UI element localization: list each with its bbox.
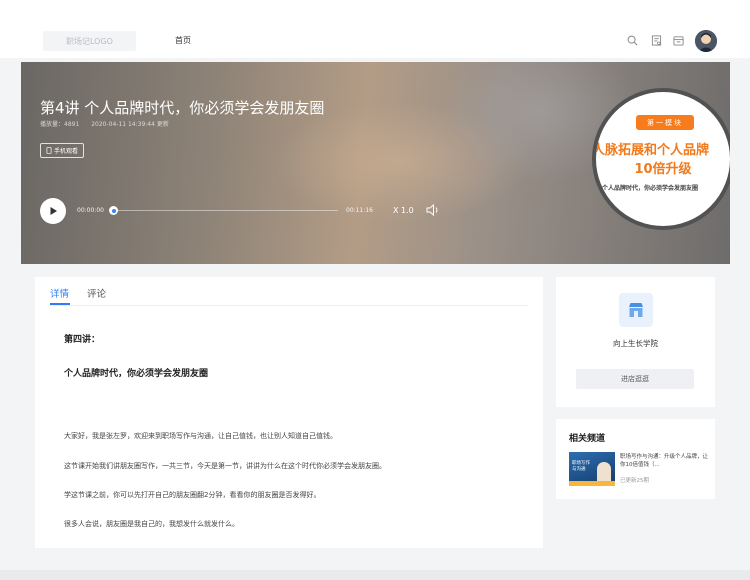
- play-icon: [50, 207, 57, 215]
- course-hero: 第4讲 个人品牌时代，你必须学会发朋友圈 播放量：4891 2020-04-11…: [21, 62, 730, 264]
- search-icon[interactable]: [626, 34, 639, 47]
- progress-bar[interactable]: [113, 210, 338, 211]
- cover-headline: 人脉拓展和个人品牌: [592, 143, 710, 158]
- article-paragraph: 这节课开始我们讲朋友圈写作，一共三节，今天是第一节，讲讲为什么在这个时代你必须学…: [64, 462, 386, 470]
- article-heading: 第四讲：: [64, 335, 101, 345]
- play-button[interactable]: [40, 198, 66, 224]
- thumbnail-band: [569, 481, 615, 486]
- volume-icon[interactable]: [426, 204, 440, 216]
- avatar[interactable]: [695, 30, 717, 52]
- course-meta: 播放量：4891 2020-04-11 14:39:44 更新: [40, 119, 169, 128]
- cover-module-tag: 第一模块: [636, 115, 694, 130]
- shop-card: 向上生长学院 进店逛逛: [556, 277, 715, 407]
- course-title: 第4讲 个人品牌时代，你必须学会发朋友圈: [40, 99, 325, 117]
- shop-icon[interactable]: [619, 293, 653, 327]
- calendar-icon[interactable]: [672, 34, 685, 47]
- article-paragraph: 很多人会说，朋友圈是我自己的，我想发什么就发什么。: [64, 520, 239, 528]
- article-paragraph: 学这节课之前，你可以先打开自己的朋友圈翻2分钟，看看你的朋友圈是否发得好。: [64, 491, 321, 499]
- thumbnail-text: 与沟通: [572, 467, 586, 472]
- phone-view-button[interactable]: 手机观看: [40, 143, 85, 158]
- tab-divider: [50, 305, 528, 306]
- tab-comments[interactable]: 评论: [87, 286, 106, 300]
- footer-strip: [0, 570, 750, 580]
- update-time: 2020-04-11 14:39:44 更新: [91, 121, 169, 128]
- tab-details[interactable]: 详情: [50, 286, 69, 300]
- phone-view-label: 手机观看: [54, 148, 79, 155]
- logo[interactable]: 职场记LOGO: [43, 31, 136, 51]
- channel-description[interactable]: 职场写作与沟通：升级个人品牌，让你10倍值钱（...: [620, 453, 710, 470]
- channel-update-count: 已更新25期: [620, 478, 649, 484]
- channel-thumbnail[interactable]: 职场写作 与沟通: [569, 452, 615, 486]
- cover-subheadline: 10倍升级: [634, 162, 692, 177]
- phone-icon: [46, 147, 52, 154]
- related-title: 相关频道: [569, 434, 606, 444]
- cover-caption: 个人品牌时代，你必须学会发朋友圈: [602, 185, 699, 192]
- speed-control[interactable]: X 1.0: [393, 206, 414, 215]
- shop-name[interactable]: 向上生长学院: [556, 338, 715, 349]
- book-icon[interactable]: [650, 34, 663, 47]
- play-count: 播放量：4891: [40, 121, 80, 128]
- top-nav: 职场记LOGO 首页: [0, 0, 750, 58]
- article-paragraph: 大家好，我是张左罗，欢迎来到职场写作与沟通，让自己值钱，也让别人知道自己值钱。: [64, 432, 337, 440]
- nav-home-link[interactable]: 首页: [175, 35, 191, 46]
- article-card: 详情 评论 第四讲： 个人品牌时代，你必须学会发朋友圈 大家好，我是张左罗，欢迎…: [35, 277, 543, 548]
- current-time: 00:00:00: [77, 207, 104, 214]
- course-cover: 第一模块 人脉拓展和个人品牌 10倍升级 个人品牌时代，你必须学会发朋友圈: [592, 88, 730, 230]
- visit-shop-button[interactable]: 进店逛逛: [576, 369, 694, 389]
- progress-handle[interactable]: [109, 206, 118, 215]
- article-subheading: 个人品牌时代，你必须学会发朋友圈: [64, 369, 209, 379]
- total-time: 00:11:16: [346, 207, 373, 214]
- related-channel-card: 相关频道 职场写作 与沟通 职场写作与沟通：升级个人品牌，让你10倍值钱（...…: [556, 419, 715, 499]
